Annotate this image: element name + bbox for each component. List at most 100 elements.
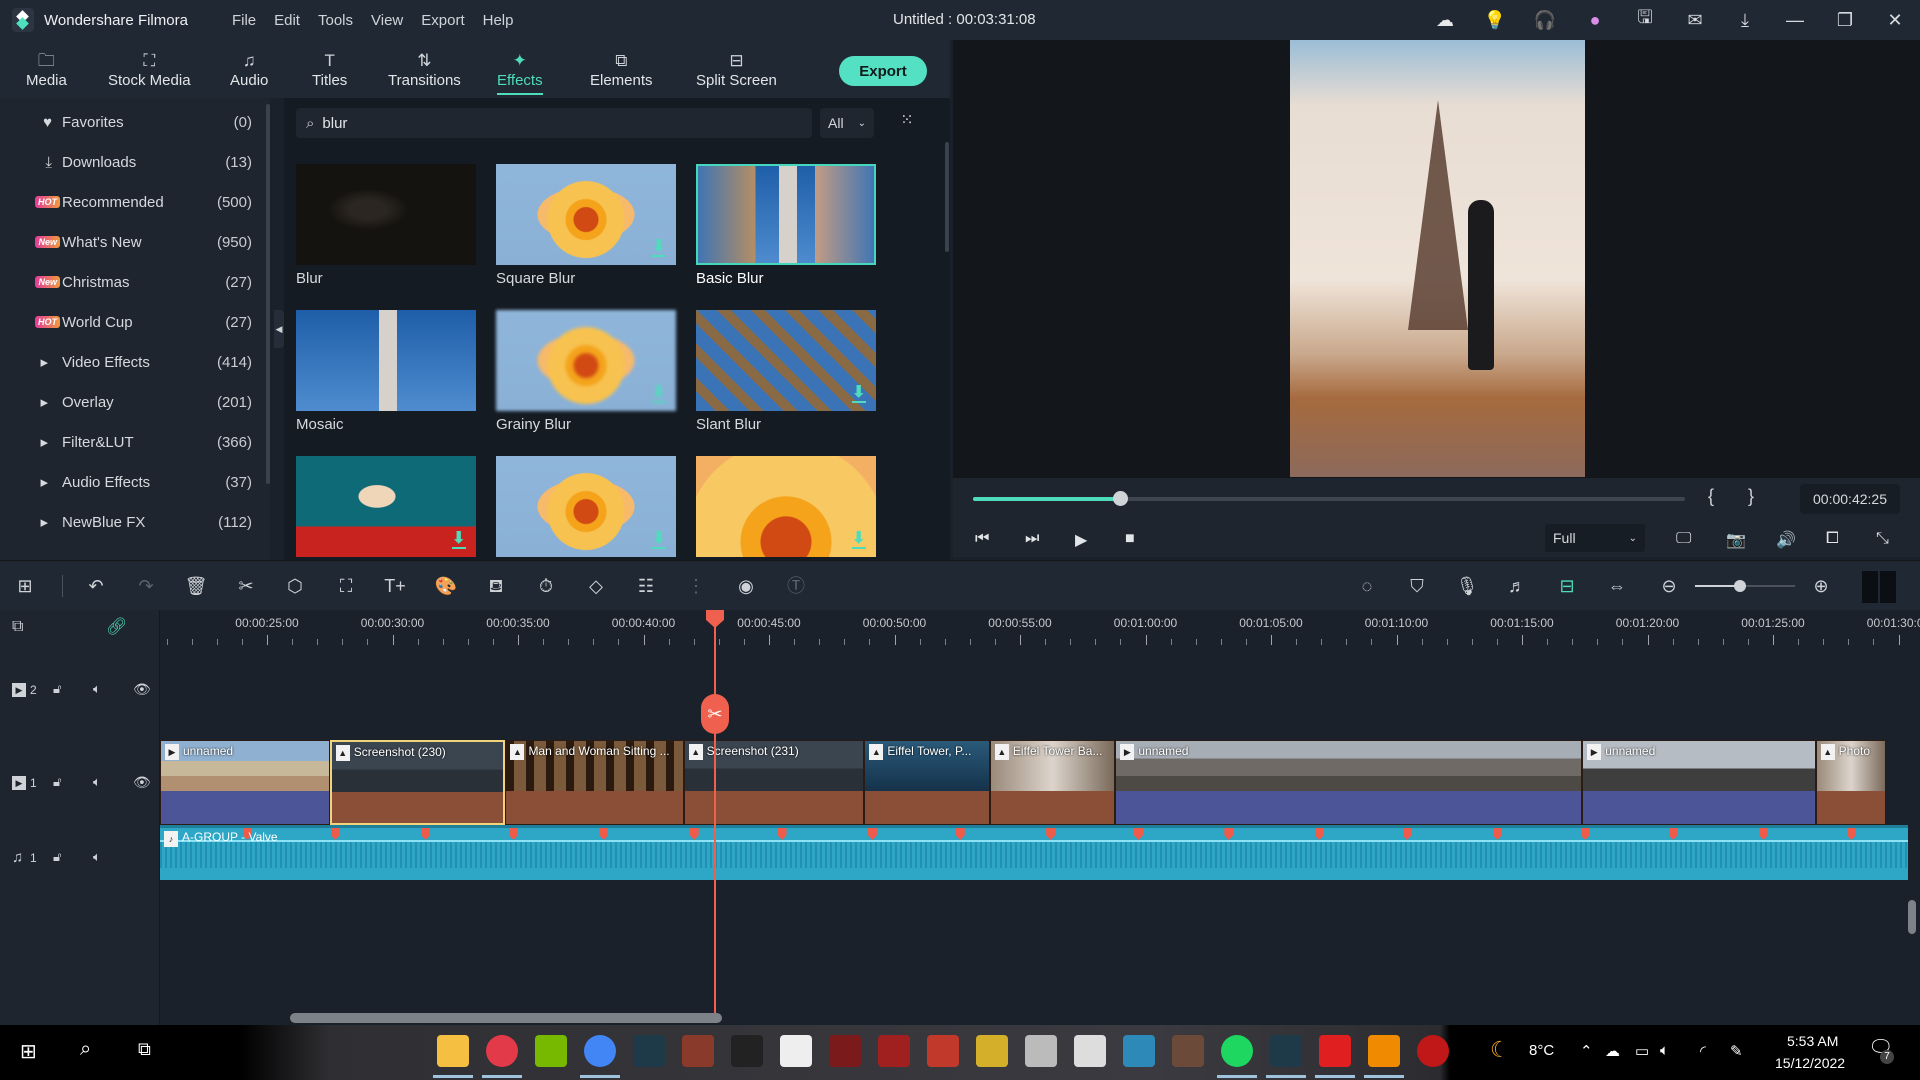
windows-start-icon[interactable]: ⊞ — [20, 1039, 37, 1064]
mute-icon[interactable]: 🔈︎ — [93, 849, 101, 865]
audio-ducking-button[interactable]: ♬ — [1504, 573, 1530, 599]
play-button[interactable]: ▶ — [1075, 530, 1087, 550]
sidebar-item-video-effects[interactable]: ▸ Video Effects (414) — [0, 342, 260, 382]
opera-icon[interactable] — [486, 1035, 518, 1067]
timeline-vertical-scrollbar[interactable] — [1908, 900, 1916, 934]
witcher-icon[interactable] — [1025, 1035, 1057, 1067]
close-icon[interactable]: ✕ — [1870, 0, 1920, 40]
lock-icon[interactable]: 🔓︎ — [53, 774, 61, 790]
beat-marker[interactable] — [1758, 828, 1768, 840]
nvidia-icon[interactable] — [535, 1035, 567, 1067]
display-ratio-button[interactable]: ⧠ — [1826, 530, 1839, 548]
game-icon-2[interactable] — [927, 1035, 959, 1067]
beat-marker[interactable] — [867, 828, 877, 840]
beat-marker[interactable] — [955, 828, 965, 840]
effect-thumbnail[interactable]: ⬇ — [696, 456, 876, 557]
beat-marker[interactable] — [1133, 828, 1143, 840]
expand-caret-icon[interactable]: ▸ — [40, 393, 48, 411]
timeline-clip[interactable]: ▲ Screenshot (231) — [683, 740, 865, 825]
crosshair-icon[interactable] — [1074, 1035, 1106, 1067]
export-button[interactable]: Export — [839, 56, 927, 86]
audio-clip[interactable]: ♪ A-GROUP - Valve — [160, 825, 1908, 880]
zoom-knob[interactable] — [1734, 580, 1746, 592]
timeline-clip[interactable]: ▶ unnamed — [1582, 740, 1816, 825]
crop-button[interactable]: ⛶ — [333, 573, 359, 599]
keyframe-button[interactable]: ◇ — [583, 573, 609, 599]
mail-icon[interactable]: ✉ — [1670, 0, 1720, 40]
beat-marker[interactable] — [1314, 828, 1324, 840]
volume-button[interactable]: 🔊 — [1776, 530, 1796, 550]
tab-titles[interactable]: T Titles — [298, 40, 361, 98]
expand-caret-icon[interactable]: ▸ — [40, 473, 48, 491]
effect-thumbnail[interactable] — [696, 164, 876, 265]
effect-thumbnail[interactable]: ⬇ — [496, 456, 676, 557]
effect-card-grainy-blur[interactable]: ⬇ Grainy Blur — [496, 310, 676, 433]
audio-mixer-button[interactable]: ⋮ — [683, 573, 709, 599]
rdr2-icon[interactable] — [878, 1035, 910, 1067]
menu-export[interactable]: Export — [412, 12, 473, 29]
download-icon[interactable]: ⤓ — [1720, 0, 1770, 40]
add-track-icon[interactable]: ⧉ — [12, 618, 23, 636]
beat-marker[interactable] — [508, 828, 518, 840]
show-hidden-icons[interactable]: ⌃ — [1580, 1042, 1593, 1060]
beat-marker[interactable] — [777, 828, 787, 840]
timeline-clip[interactable]: ▶ unnamed — [160, 740, 330, 825]
game-icon-5[interactable] — [1172, 1035, 1204, 1067]
record-voice-button[interactable]: 🎙 — [1454, 573, 1480, 599]
sidebar-item-newblue-fx[interactable]: ▸ NewBlue FX (112) — [0, 502, 260, 542]
timeline-ruler[interactable]: 00:00:25:00 00:00:30:00 00:00:35:00 00:00:4… — [160, 610, 1920, 645]
marker-button[interactable]: ⛉ — [1404, 573, 1430, 599]
timeline-clip[interactable]: ▶ unnamed — [1115, 740, 1583, 825]
zoom-out-button[interactable]: ⊖ — [1656, 573, 1682, 599]
snapshot-button[interactable]: 📷 — [1726, 530, 1746, 550]
file-explorer-icon[interactable] — [437, 1035, 469, 1067]
tab-transitions[interactable]: ⇅ Transitions — [374, 40, 475, 98]
menu-view[interactable]: View — [362, 12, 412, 29]
effect-thumbnail[interactable]: ⬇ — [496, 164, 676, 265]
beat-marker[interactable] — [1668, 828, 1678, 840]
expand-caret-icon[interactable]: ▸ — [40, 513, 48, 531]
effect-card-slant-blur[interactable]: ⬇ Slant Blur — [696, 310, 876, 433]
visibility-eye-icon[interactable]: 👁︎ — [133, 681, 151, 698]
filmora-icon[interactable] — [633, 1035, 665, 1067]
effect-card-basic-blur[interactable]: Basic Blur — [696, 164, 876, 287]
sidebar-item-recommended[interactable]: HOT Recommended (500) — [0, 182, 260, 222]
effect-thumbnail[interactable] — [296, 164, 476, 265]
search-box[interactable]: ⌕ — [296, 108, 812, 138]
clock-date[interactable]: 15/12/2022 — [1775, 1055, 1845, 1071]
download-icon[interactable]: ⬇ — [852, 531, 866, 549]
undo-button[interactable]: ↶ — [83, 573, 109, 599]
collapse-sidebar-button[interactable]: ◀ — [274, 310, 284, 348]
search-icon[interactable]: ⌕ — [80, 1038, 91, 1061]
spotify-icon[interactable] — [1221, 1035, 1253, 1067]
save-icon[interactable]: 🖫 — [1620, 0, 1670, 40]
sidebar-item-audio-effects[interactable]: ▸ Audio Effects (37) — [0, 462, 260, 502]
wps-icon[interactable] — [1319, 1035, 1351, 1067]
beat-marker[interactable] — [330, 828, 340, 840]
timeline-clip[interactable]: ▲ Eiffel Tower Ba... — [989, 740, 1116, 825]
tab-effects[interactable]: ✦ Effects — [483, 40, 557, 98]
sidebar-item-filter-lut[interactable]: ▸ Filter&LUT (366) — [0, 422, 260, 462]
effect-thumbnail[interactable]: ⬇ — [496, 310, 676, 411]
speed-button[interactable]: ⏱ — [533, 573, 559, 599]
beat-marker[interactable] — [1846, 828, 1856, 840]
pen-icon[interactable]: ✎ — [1730, 1042, 1743, 1060]
tab-audio[interactable]: ♫ Audio — [216, 40, 282, 98]
speech-to-text-button[interactable]: Ⓣ — [783, 573, 809, 599]
lightbulb-icon[interactable]: 💡 — [1470, 0, 1520, 40]
panel-layout-toggle[interactable] — [1862, 571, 1896, 603]
delete-button[interactable]: 🗑 — [183, 573, 209, 599]
dying-light-icon[interactable] — [780, 1035, 812, 1067]
cloud-icon[interactable]: ☁ — [1420, 0, 1470, 40]
tab-split-screen[interactable]: ⊟ Split Screen — [682, 40, 791, 98]
render-button[interactable]: ◌ — [1354, 573, 1380, 599]
tag-button[interactable]: ⬡ — [282, 573, 308, 599]
grid-view-icon[interactable]: ⁙ — [896, 110, 918, 134]
download-icon[interactable]: ⬇ — [852, 385, 866, 403]
chrome-icon[interactable] — [584, 1035, 616, 1067]
vlc-icon[interactable] — [1368, 1035, 1400, 1067]
sidebar-item-downloads[interactable]: ⤓ Downloads (13) — [0, 142, 260, 182]
timeline-clip[interactable]: ▲ Man and Woman Sitting ... — [505, 740, 684, 825]
prev-frame-button[interactable]: ⏮ — [975, 530, 989, 548]
game-icon-1[interactable] — [682, 1035, 714, 1067]
